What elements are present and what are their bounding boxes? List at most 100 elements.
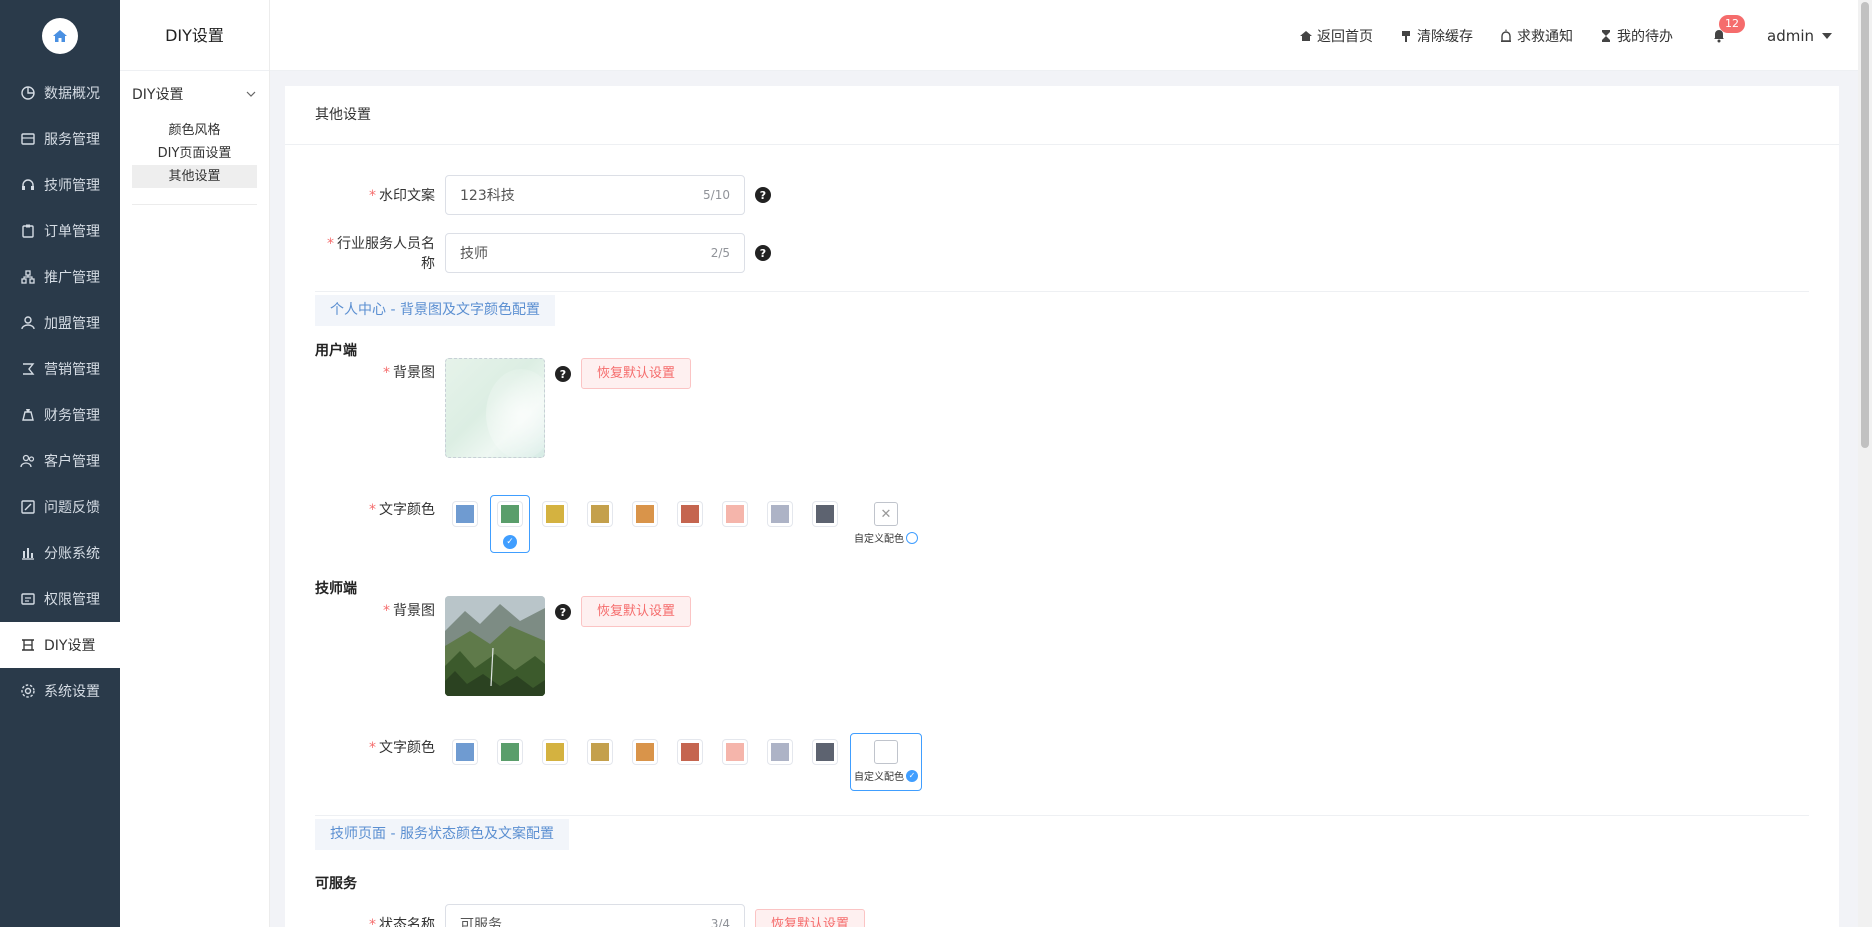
user-reset-button[interactable]: 恢复默认设置 <box>581 358 692 389</box>
available-reset-button[interactable]: 恢复默认设置 <box>755 908 866 927</box>
my-todo-link[interactable]: 我的待办 <box>1599 26 1673 46</box>
color-swatch-option[interactable] <box>580 495 620 553</box>
scrollbar-thumb[interactable] <box>1861 2 1869 448</box>
sidebar-item-label: 推广管理 <box>44 270 100 286</box>
secondary-menu: DIY设置 DIY设置 颜色风格 DIY页面设置 其他设置 <box>120 0 270 927</box>
sidebar-item-label: 客户管理 <box>44 454 100 470</box>
help-icon[interactable]: ? <box>555 366 571 382</box>
clipboard-icon <box>20 223 36 239</box>
color-swatch-option[interactable] <box>805 495 845 553</box>
sidebar-nav: 数据概况服务管理技师管理订单管理推广管理加盟管理 营销管理财务管理客户管理问题反馈… <box>0 70 120 714</box>
sos-notice-link[interactable]: 求救通知 <box>1499 26 1573 46</box>
submenu-item-2[interactable]: 其他设置 <box>132 165 257 188</box>
color-swatch-option[interactable] <box>535 733 575 791</box>
color-swatch-option[interactable] <box>625 733 665 791</box>
marketing-icon <box>20 361 36 377</box>
custom-color-picker[interactable]: ✕ <box>874 502 898 526</box>
color-swatch <box>768 740 792 764</box>
help-icon[interactable]: ? <box>755 187 771 203</box>
help-icon[interactable]: ? <box>755 245 771 261</box>
user-side-heading: 用户端 <box>315 343 357 359</box>
submenu-item-1[interactable]: DIY页面设置 <box>132 142 257 165</box>
available-status-label: * 状态名称 <box>369 917 435 927</box>
sidebar-item-6[interactable]: 营销管理 <box>0 346 120 392</box>
sidebar-item-label: 权限管理 <box>44 592 100 608</box>
back-home-link[interactable]: 返回首页 <box>1299 26 1373 46</box>
sidebar-item-3[interactable]: 订单管理 <box>0 208 120 254</box>
watermark-input[interactable]: 123科技 5/10 <box>445 175 745 215</box>
back-home-label: 返回首页 <box>1317 28 1373 45</box>
sidebar-item-8[interactable]: 客户管理 <box>0 438 120 484</box>
color-swatch-option[interactable] <box>490 733 530 791</box>
clear-cache-link[interactable]: 清除缓存 <box>1399 26 1473 46</box>
sidebar-item-label: 数据概况 <box>44 86 100 102</box>
sidebar-item-12[interactable]: DIY设置 <box>0 622 120 668</box>
tech-bg-image[interactable] <box>445 596 545 696</box>
watermark-count: 5/10 <box>703 188 730 202</box>
sidebar-item-label: 系统设置 <box>44 684 100 700</box>
sidebar-item-label: 财务管理 <box>44 408 100 424</box>
user-bg-row: * 背景图 ? 恢复默认设置 <box>315 358 692 458</box>
users-icon <box>20 453 36 469</box>
sidebar-item-label: 订单管理 <box>44 224 100 240</box>
help-icon[interactable]: ? <box>555 604 571 620</box>
radio-unchecked-icon[interactable] <box>906 531 918 544</box>
page-scrollbar[interactable] <box>1858 0 1872 927</box>
color-swatch-option[interactable] <box>805 733 845 791</box>
custom-color-option[interactable]: ✕ 自定义配色 <box>850 495 922 553</box>
submenu-title: DIY设置 <box>120 0 269 71</box>
money-bag-icon <box>20 407 36 423</box>
settings-card: 其他设置 * 水印文案 123科技 5/10 ? * 行业服务人员名称 技师 2/5… <box>285 86 1839 927</box>
sidebar-item-7[interactable]: 财务管理 <box>0 392 120 438</box>
color-swatch-option[interactable] <box>670 495 710 553</box>
user-group-icon <box>20 315 36 331</box>
section-personal-tag: 个人中心 - 背景图及文字颜色配置 <box>315 295 555 326</box>
color-swatch-option[interactable] <box>715 733 755 791</box>
sidebar-item-2[interactable]: 技师管理 <box>0 162 120 208</box>
submenu-item-0[interactable]: 颜色风格 <box>132 119 257 142</box>
home-icon <box>1299 29 1313 43</box>
color-swatch <box>588 502 612 526</box>
tech-color-swatches: 自定义配色 ✓ <box>445 733 922 791</box>
notification-bell[interactable]: 12 <box>1711 14 1745 45</box>
available-status-value: 可服务 <box>460 917 502 927</box>
color-swatch-option[interactable] <box>580 733 620 791</box>
color-swatch-option[interactable] <box>445 495 485 553</box>
color-swatch-option[interactable] <box>445 733 485 791</box>
user-menu[interactable]: admin <box>1767 27 1832 45</box>
tech-reset-button[interactable]: 恢复默认设置 <box>581 596 692 627</box>
available-status-input[interactable]: 可服务 3/4 <box>445 904 745 927</box>
color-swatch-option[interactable] <box>760 733 800 791</box>
staff-name-input[interactable]: 技师 2/5 <box>445 233 745 273</box>
custom-color-text: 自定义配色 <box>854 534 904 545</box>
tech-side-heading: 技师端 <box>315 581 357 597</box>
sidebar-item-1[interactable]: 服务管理 <box>0 116 120 162</box>
custom-color-picker[interactable] <box>874 740 898 764</box>
color-swatch-option[interactable] <box>715 495 755 553</box>
radio-checked-icon[interactable]: ✓ <box>906 769 918 782</box>
logo[interactable] <box>42 18 78 54</box>
color-swatch-option[interactable] <box>670 733 710 791</box>
submenu-group-header[interactable]: DIY设置 <box>132 83 257 105</box>
sidebar-item-11[interactable]: 权限管理 <box>0 576 120 622</box>
feedback-icon <box>20 499 36 515</box>
user-bg-image[interactable] <box>445 358 545 458</box>
color-swatch-option[interactable] <box>625 495 665 553</box>
custom-color-option[interactable]: 自定义配色 ✓ <box>850 733 922 791</box>
sidebar-item-9[interactable]: 问题反馈 <box>0 484 120 530</box>
color-swatch <box>768 502 792 526</box>
color-swatch-option[interactable]: ✓ <box>490 495 530 553</box>
sidebar-item-4[interactable]: 推广管理 <box>0 254 120 300</box>
sidebar-item-5[interactable]: 加盟管理 <box>0 300 120 346</box>
check-icon: ✓ <box>503 535 517 549</box>
sidebar-item-10[interactable]: 分账系统 <box>0 530 120 576</box>
sidebar-item-0[interactable]: 数据概况 <box>0 70 120 116</box>
user-text-color-row: * 文字颜色 ✓ ✕ 自定义配色 <box>315 495 922 553</box>
watermark-row: * 水印文案 123科技 5/10 ? <box>315 175 771 215</box>
hourglass-icon <box>1599 29 1613 43</box>
sidebar-item-label: 服务管理 <box>44 132 100 148</box>
color-swatch <box>723 740 747 764</box>
color-swatch-option[interactable] <box>535 495 575 553</box>
color-swatch-option[interactable] <box>760 495 800 553</box>
sidebar-item-13[interactable]: 系统设置 <box>0 668 120 714</box>
